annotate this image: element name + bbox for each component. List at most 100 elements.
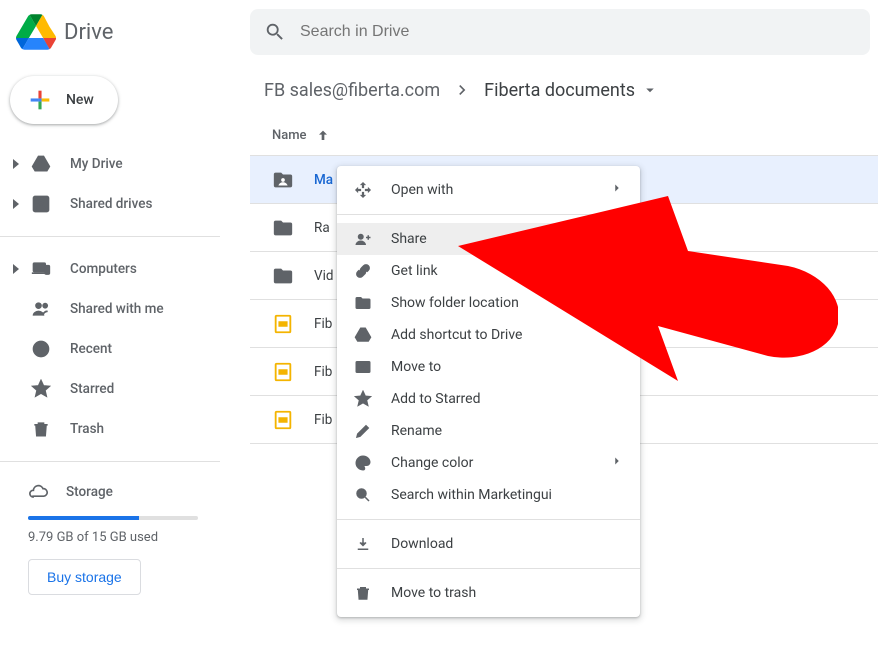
- palette-icon: [353, 454, 373, 472]
- sidebar-item-label: Shared drives: [70, 196, 152, 212]
- expand-icon[interactable]: [10, 199, 22, 209]
- search-icon: [353, 486, 373, 504]
- storage-meter: [28, 516, 198, 520]
- trash-icon: [353, 584, 373, 602]
- dropdown-icon: [641, 81, 659, 99]
- app-logo[interactable]: Drive: [0, 12, 250, 52]
- ctx-get-link[interactable]: Get link: [337, 255, 640, 287]
- ctx-label: Change color: [391, 455, 473, 471]
- new-button[interactable]: New: [10, 76, 118, 124]
- ctx-move-to-trash[interactable]: Move to trash: [337, 577, 640, 609]
- ctx-move-to[interactable]: Move to: [337, 351, 640, 383]
- sidebar-item-label: Starred: [70, 381, 114, 397]
- slides-icon: [272, 409, 296, 431]
- sidebar-item-computers[interactable]: Computers: [0, 249, 250, 289]
- my-drive-icon: [30, 154, 52, 174]
- buy-storage-button[interactable]: Buy storage: [28, 559, 141, 595]
- shared-drives-icon: [30, 194, 52, 214]
- share-icon: [353, 230, 373, 248]
- column-header-name[interactable]: Name: [250, 116, 878, 156]
- ctx-label: Add to Starred: [391, 391, 480, 407]
- ctx-show-location[interactable]: Show folder location: [337, 287, 640, 319]
- ctx-add-shortcut[interactable]: Add shortcut to Drive: [337, 319, 640, 351]
- storage-meter-fill: [28, 516, 139, 520]
- sidebar-item-trash[interactable]: Trash: [0, 409, 250, 449]
- search-bar[interactable]: [250, 9, 870, 55]
- breadcrumb-segment-current[interactable]: Fiberta documents: [478, 76, 665, 105]
- ctx-label: Search within Marketingui: [391, 487, 552, 503]
- shared-folder-icon: [272, 169, 296, 191]
- sidebar-item-recent[interactable]: Recent: [0, 329, 250, 369]
- chevron-right-icon: [610, 181, 624, 199]
- file-name: Ma: [314, 172, 333, 188]
- new-button-label: New: [66, 92, 94, 108]
- sort-asc-icon: [315, 128, 331, 144]
- ctx-change-color[interactable]: Change color: [337, 447, 640, 479]
- folder-icon: [272, 217, 296, 239]
- shortcut-icon: [353, 326, 373, 344]
- search-input[interactable]: [300, 23, 856, 41]
- chevron-right-icon: [452, 80, 472, 100]
- ctx-label: Get link: [391, 263, 438, 279]
- ctx-label: Move to trash: [391, 585, 476, 601]
- breadcrumb: FB sales@fiberta.com Fiberta documents: [250, 64, 878, 116]
- breadcrumb-segment[interactable]: FB sales@fiberta.com: [258, 76, 446, 105]
- ctx-label: Open with: [391, 182, 453, 198]
- ctx-separator: [337, 519, 640, 520]
- file-name: Fib: [314, 316, 332, 332]
- context-menu: Open with Share Get link Show folder loc…: [337, 166, 640, 617]
- app-title: Drive: [64, 20, 113, 45]
- sidebar-item-shared-with-me[interactable]: Shared with me: [0, 289, 250, 329]
- chevron-right-icon: [610, 454, 624, 472]
- storage-block: Storage 9.79 GB of 15 GB used Buy storag…: [0, 470, 250, 607]
- open-with-icon: [353, 181, 373, 199]
- expand-icon[interactable]: [10, 159, 22, 169]
- sidebar-item-label: Recent: [70, 341, 112, 357]
- computers-icon: [30, 259, 52, 279]
- starred-icon: [30, 379, 52, 399]
- sidebar: New My Drive Shared drives Computers Sha…: [0, 64, 250, 655]
- sidebar-item-my-drive[interactable]: My Drive: [0, 144, 250, 184]
- slides-icon: [272, 313, 296, 335]
- ctx-search-within[interactable]: Search within Marketingui: [337, 479, 640, 511]
- storage-used-text: 9.79 GB of 15 GB used: [28, 530, 232, 545]
- file-name: Ra: [314, 220, 330, 236]
- ctx-separator: [337, 568, 640, 569]
- ctx-label: Move to: [391, 359, 441, 375]
- move-icon: [353, 358, 373, 376]
- ctx-separator: [337, 214, 640, 215]
- cloud-icon: [28, 482, 48, 502]
- storage-label: Storage: [66, 484, 113, 500]
- download-icon: [353, 535, 373, 553]
- sidebar-item-starred[interactable]: Starred: [0, 369, 250, 409]
- expand-icon[interactable]: [10, 264, 22, 274]
- column-header-label: Name: [272, 128, 307, 143]
- sidebar-item-label: My Drive: [70, 156, 123, 172]
- ctx-open-with[interactable]: Open with: [337, 174, 640, 206]
- sidebar-item-label: Trash: [70, 421, 104, 437]
- search-icon: [264, 21, 286, 43]
- rename-icon: [353, 422, 373, 440]
- folder-icon: [272, 265, 296, 287]
- sidebar-item-shared-drives[interactable]: Shared drives: [0, 184, 250, 224]
- shared-with-me-icon: [30, 299, 52, 319]
- star-icon: [353, 390, 373, 408]
- trash-icon: [30, 419, 52, 439]
- file-name: Fib: [314, 412, 332, 428]
- sidebar-item-label: Computers: [70, 261, 137, 277]
- drive-logo-icon: [16, 12, 56, 52]
- ctx-download[interactable]: Download: [337, 528, 640, 560]
- app-header: Drive: [0, 0, 878, 64]
- ctx-label: Show folder location: [391, 295, 519, 311]
- ctx-label: Rename: [391, 423, 442, 439]
- plus-icon: [26, 86, 54, 114]
- recent-icon: [30, 339, 52, 359]
- ctx-label: Share: [391, 231, 427, 247]
- file-name: Fib: [314, 364, 332, 380]
- ctx-add-starred[interactable]: Add to Starred: [337, 383, 640, 415]
- ctx-rename[interactable]: Rename: [337, 415, 640, 447]
- ctx-label: Add shortcut to Drive: [391, 327, 522, 343]
- sidebar-item-storage[interactable]: Storage: [28, 482, 232, 502]
- ctx-share[interactable]: Share: [337, 223, 640, 255]
- folder-outline-icon: [353, 294, 373, 312]
